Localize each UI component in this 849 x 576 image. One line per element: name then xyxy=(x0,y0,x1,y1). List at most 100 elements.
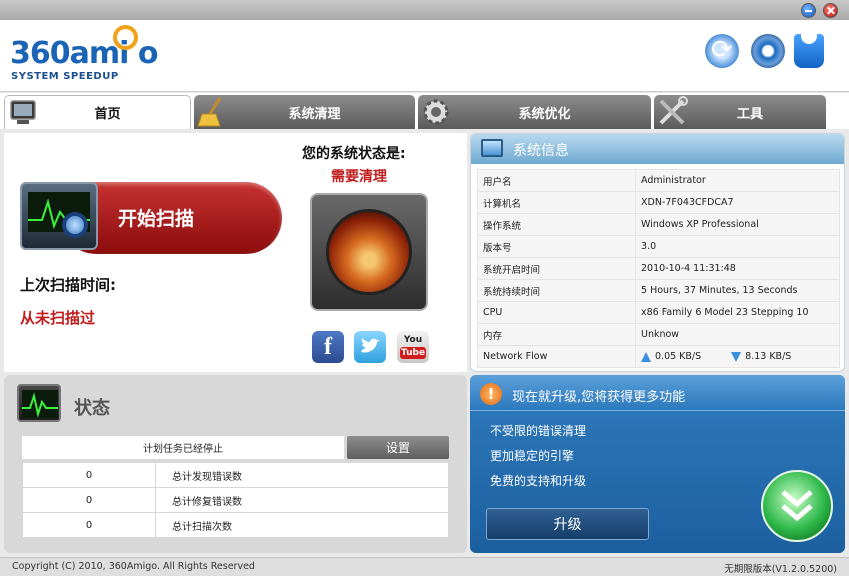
info-key: 系统持续时间 xyxy=(477,279,636,302)
scan-monitor-icon xyxy=(20,182,98,250)
stat-count: 0 xyxy=(22,512,156,538)
refresh-icon[interactable] xyxy=(705,34,739,68)
app-logo: 360ami o SYSTEM SPEEDUP xyxy=(10,22,160,88)
stat-label: 总计发现错误数 xyxy=(155,462,449,488)
logo-text-o: o xyxy=(137,36,159,71)
youtube-tube-text: Tube xyxy=(400,347,426,359)
info-key: 操作系统 xyxy=(477,213,636,236)
version-text: 无期限版本(V1.2.0.5200) xyxy=(724,564,837,575)
tab-optimize-label: 系统优化 xyxy=(518,106,571,122)
tab-optimize[interactable]: 系统优化 xyxy=(418,95,651,129)
info-value: Unknow xyxy=(635,323,840,346)
twitter-icon[interactable] xyxy=(354,331,386,363)
system-info-table: 用户名 Administrator 计算机名 XDN-7F043CFDCA7 操作系… xyxy=(477,169,840,368)
network-flow-row: Network Flow 0.05 KB/S 8.13 KB/S xyxy=(477,345,840,368)
table-row: 计算机名 XDN-7F043CFDCA7 xyxy=(477,191,840,214)
status-monitor-icon xyxy=(17,384,61,422)
main-tabs: 首页 系统清理 系统优化 工具 xyxy=(0,93,849,129)
info-value: Windows XP Professional xyxy=(635,213,840,236)
tab-tools-label: 工具 xyxy=(736,106,763,122)
scheduled-task-status: 计划任务已经停止 xyxy=(22,436,344,459)
stats-table: 0 总计发现错误数 0 总计修复错误数 0 总计扫描次数 xyxy=(22,462,449,538)
vest-protection-icon[interactable] xyxy=(794,34,824,68)
tab-cleanup-label: 系统清理 xyxy=(288,106,341,122)
monitor-icon xyxy=(481,139,503,157)
stat-count: 0 xyxy=(22,487,156,513)
info-key: 内存 xyxy=(477,323,636,346)
upgrade-title: 现在就升级,您将获得更多功能 xyxy=(512,390,686,405)
close-button[interactable] xyxy=(823,3,838,18)
info-key: 计算机名 xyxy=(477,191,636,214)
table-row: 用户名 Administrator xyxy=(477,169,840,192)
title-bar xyxy=(0,0,849,20)
table-row: 版本号 3.0 xyxy=(477,235,840,258)
logo-ring-icon xyxy=(113,25,138,50)
table-row: 操作系统 Windows XP Professional xyxy=(477,213,840,236)
upload-rate: 0.05 KB/S xyxy=(655,351,702,362)
upload-arrow-icon xyxy=(641,351,651,362)
scan-panel: 开始扫描 上次扫描时间: 从未扫描过 您的系统状态是: 需要清理 f You T… xyxy=(4,133,467,372)
start-scan-label: 开始扫描 xyxy=(118,208,195,230)
minimize-button[interactable] xyxy=(801,3,816,18)
tab-home[interactable]: 首页 xyxy=(4,95,191,129)
youtube-icon[interactable]: You Tube xyxy=(397,331,429,363)
last-scan-value: 从未扫描过 xyxy=(20,309,96,327)
table-row: CPU x86 Family 6 Model 23 Stepping 10 xyxy=(477,301,840,324)
download-arrow-icon xyxy=(731,351,742,362)
info-value: XDN-7F043CFDCA7 xyxy=(635,191,840,214)
table-row: 0 总计扫描次数 xyxy=(22,512,449,538)
app-header: 360ami o SYSTEM SPEEDUP xyxy=(0,20,849,92)
tab-home-label: 首页 xyxy=(94,107,121,122)
info-key: Network Flow xyxy=(477,345,636,368)
status-title: 状态 xyxy=(74,398,110,419)
tools-icon xyxy=(659,96,688,125)
facebook-letter: f xyxy=(324,334,332,360)
gear-icon xyxy=(423,99,449,125)
system-status-value: 需要清理 xyxy=(331,169,387,185)
feature-item: 更加稳定的引擎 xyxy=(490,449,575,463)
table-row: 系统开启时间 2010-10-4 11:31:48 xyxy=(477,257,840,280)
stat-label: 总计修复错误数 xyxy=(155,487,449,513)
table-row: 系统持续时间 5 Hours, 37 Minutes, 13 Seconds xyxy=(477,279,840,302)
info-key: CPU xyxy=(477,301,636,324)
system-info-title: 系统信息 xyxy=(513,143,569,159)
info-value: 5 Hours, 37 Minutes, 13 Seconds xyxy=(635,279,840,302)
table-row: 内存 Unknow xyxy=(477,323,840,346)
last-scan-title: 上次扫描时间: xyxy=(20,276,116,294)
system-status-title: 您的系统状态是: xyxy=(302,146,406,162)
start-scan-button[interactable]: 开始扫描 xyxy=(20,180,282,256)
stat-label: 总计扫描次数 xyxy=(155,512,449,538)
status-panel: 状态 计划任务已经停止 设置 0 总计发现错误数 0 总计修复错误数 0 总计扫描次数 xyxy=(4,375,467,553)
status-indicator-light xyxy=(310,193,428,311)
info-value: x86 Family 6 Model 23 Stepping 10 xyxy=(635,301,840,324)
copyright-text: Copyright (C) 2010, 360Amigo. All Rights… xyxy=(12,561,255,572)
logo-subtitle: SYSTEM SPEEDUP xyxy=(11,71,119,82)
settings-gear-icon[interactable] xyxy=(751,34,785,68)
download-rate: 8.13 KB/S xyxy=(745,351,792,362)
upgrade-chevron-icon[interactable] xyxy=(761,470,833,542)
table-row: 0 总计修复错误数 xyxy=(22,487,449,513)
tab-cleanup[interactable]: 系统清理 xyxy=(194,95,415,129)
system-info-panel: 系统信息 用户名 Administrator 计算机名 XDN-7F043CFDCA… xyxy=(470,133,845,372)
home-monitor-icon xyxy=(10,100,36,124)
exclamation-icon: ! xyxy=(480,383,502,405)
magnifier-icon xyxy=(62,212,88,238)
upgrade-header: ! 现在就升级,您将获得更多功能 xyxy=(470,375,845,411)
feature-item: 不受限的错误清理 xyxy=(490,424,587,438)
status-light-icon xyxy=(326,209,412,295)
tab-tools[interactable]: 工具 xyxy=(654,95,826,129)
info-key: 系统开启时间 xyxy=(477,257,636,280)
feature-item: 免费的支持和升级 xyxy=(490,474,587,488)
settings-button[interactable]: 设置 xyxy=(347,436,449,459)
facebook-icon[interactable]: f xyxy=(312,331,344,363)
youtube-you-text: You xyxy=(403,335,423,345)
table-row: 0 总计发现错误数 xyxy=(22,462,449,488)
info-value: 3.0 xyxy=(635,235,840,258)
upgrade-panel: ! 现在就升级,您将获得更多功能 不受限的错误清理 更加稳定的引擎 免费的支持和… xyxy=(470,375,845,553)
network-flow-value: 0.05 KB/S 8.13 KB/S xyxy=(635,345,840,368)
stat-count: 0 xyxy=(22,462,156,488)
upgrade-button[interactable]: 升级 xyxy=(486,508,649,540)
broom-icon xyxy=(197,97,222,127)
status-bar: Copyright (C) 2010, 360Amigo. All Rights… xyxy=(0,557,849,576)
info-key: 版本号 xyxy=(477,235,636,258)
